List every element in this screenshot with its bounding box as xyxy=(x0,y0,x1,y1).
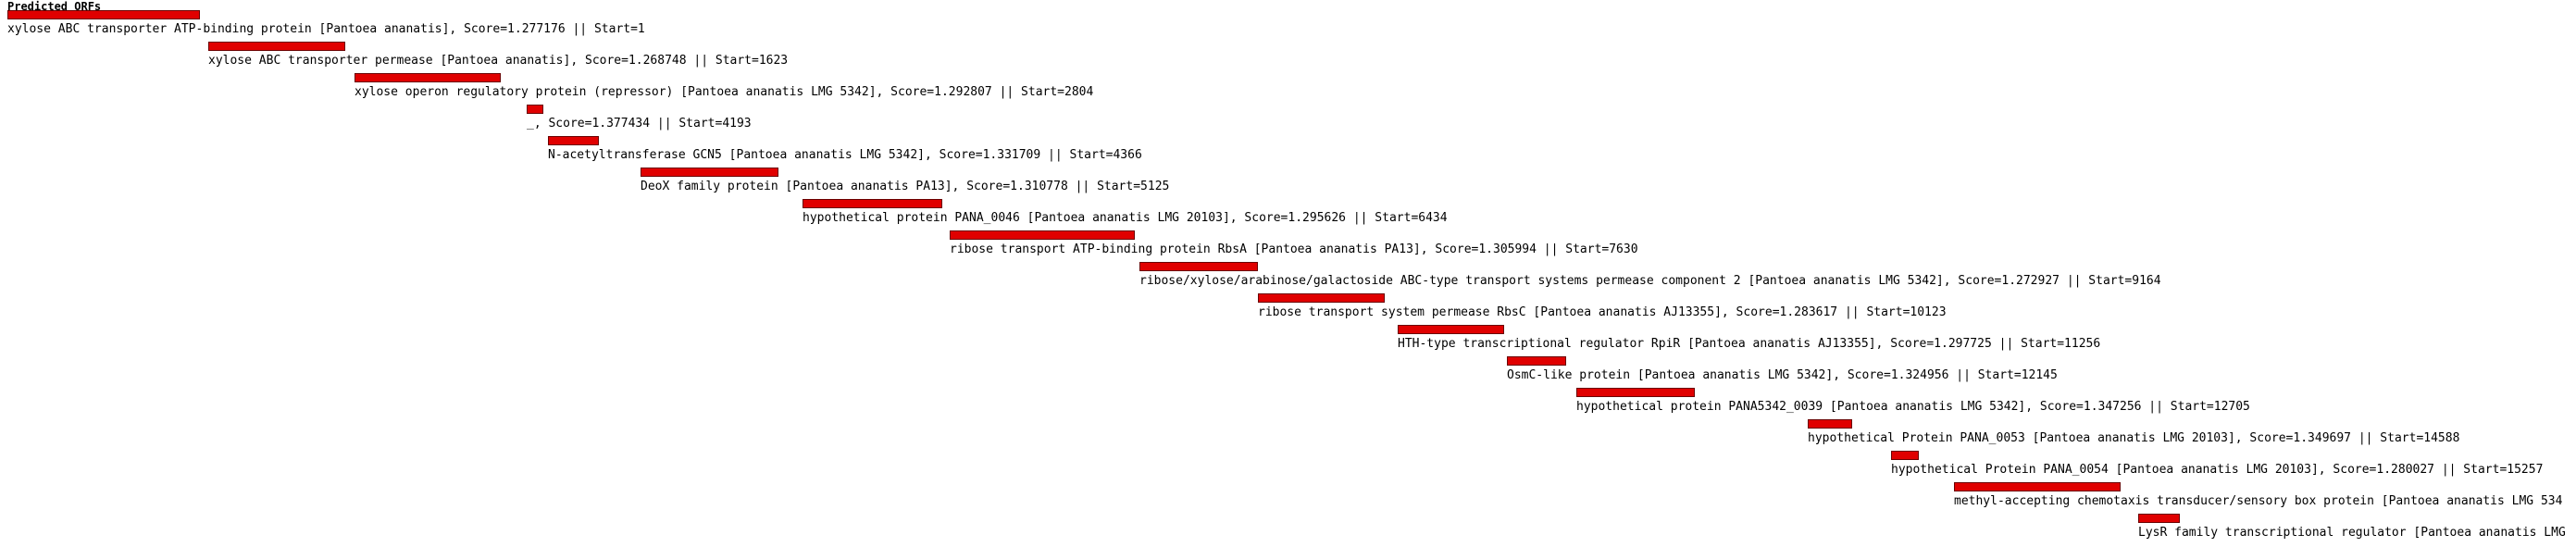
orf-label: hypothetical Protein PANA_0053 [Pantoea … xyxy=(1808,431,2460,445)
orf-bar[interactable] xyxy=(1139,262,1258,271)
orf-bar[interactable] xyxy=(1808,419,1852,429)
orf-bar[interactable] xyxy=(1576,388,1695,397)
orf-label: ribose transport ATP-binding protein Rbs… xyxy=(950,242,1638,256)
orf-bar[interactable] xyxy=(1954,482,2121,491)
orf-label: LysR family transcriptional regulator [P… xyxy=(2138,526,2566,540)
orf-bar[interactable] xyxy=(527,105,543,114)
track-title: Predicted ORFs xyxy=(7,0,102,13)
orf-label: ribose/xylose/arabinose/galactoside ABC-… xyxy=(1139,274,2161,288)
orf-label: xylose ABC transporter permease [Pantoea… xyxy=(208,54,789,68)
orf-label: N-acetyltransferase GCN5 [Pantoea ananat… xyxy=(548,148,1142,162)
orf-label: hypothetical protein PANA5342_0039 [Pant… xyxy=(1576,400,2250,414)
orf-track: xylose ABC transporter ATP-binding prote… xyxy=(0,0,2576,547)
orf-bar[interactable] xyxy=(950,230,1135,240)
orf-bar[interactable] xyxy=(2138,514,2180,523)
orf-bar[interactable] xyxy=(1507,356,1566,366)
orf-bar[interactable] xyxy=(1398,325,1504,334)
orf-bar[interactable] xyxy=(1258,293,1385,303)
orf-bar[interactable] xyxy=(641,168,778,177)
orf-label: ribose transport system permease RbsC [P… xyxy=(1258,305,1947,319)
orf-label: _, Score=1.377434 || Start=4193 xyxy=(527,117,752,131)
orf-label: hypothetical Protein PANA_0054 [Pantoea … xyxy=(1891,463,2544,477)
orf-label: xylose ABC transporter ATP-binding prote… xyxy=(7,22,645,36)
orf-bar[interactable] xyxy=(1891,451,1919,460)
orf-bar[interactable] xyxy=(208,42,345,51)
orf-label: xylose operon regulatory protein (repres… xyxy=(355,85,1094,99)
orf-label: HTH-type transcriptional regulator RpiR … xyxy=(1398,337,2101,351)
orf-label: methyl-accepting chemotaxis transducer/s… xyxy=(1954,494,2563,508)
orf-label: OsmC-like protein [Pantoea ananatis LMG … xyxy=(1507,368,2058,382)
orf-bar[interactable] xyxy=(548,136,599,145)
orf-bar[interactable] xyxy=(355,73,501,82)
orf-bar[interactable] xyxy=(803,199,942,208)
orf-label: hypothetical protein PANA_0046 [Pantoea … xyxy=(803,211,1448,225)
orf-label: DeoX family protein [Pantoea ananatis PA… xyxy=(641,180,1170,193)
